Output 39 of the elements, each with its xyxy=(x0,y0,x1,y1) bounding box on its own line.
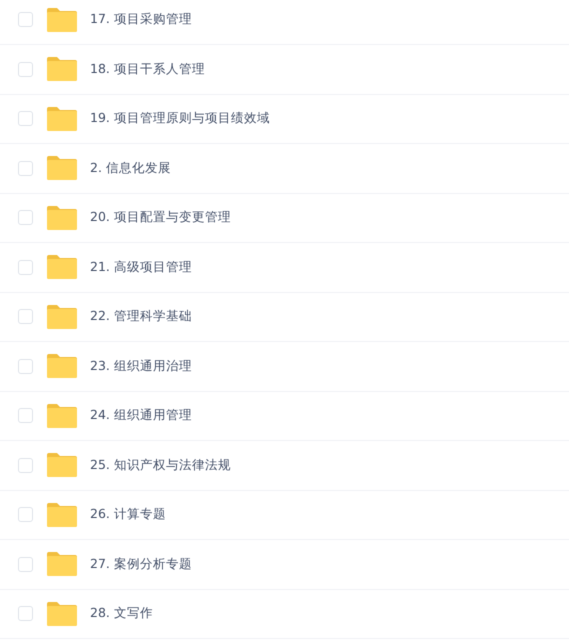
folder-icon xyxy=(47,552,77,576)
folder-icon xyxy=(47,57,77,82)
checkbox[interactable] xyxy=(18,556,33,572)
checkbox[interactable] xyxy=(18,458,33,473)
folder-icon xyxy=(47,206,77,230)
folder-name[interactable]: 24. 组织通用管理 xyxy=(90,407,192,424)
checkbox[interactable] xyxy=(18,408,33,424)
folder-icon xyxy=(47,354,77,378)
checkbox[interactable] xyxy=(18,62,33,77)
folder-name[interactable]: 20. 项目配置与变更管理 xyxy=(90,209,231,226)
folder-name[interactable]: 22. 管理科学基础 xyxy=(90,308,192,326)
checkbox[interactable] xyxy=(18,507,33,522)
checkbox[interactable] xyxy=(18,210,33,226)
folder-name[interactable]: 21. 高级项目管理 xyxy=(90,258,192,276)
checkbox[interactable] xyxy=(18,111,33,126)
checkbox[interactable] xyxy=(18,160,33,176)
checkbox[interactable] xyxy=(18,260,33,275)
folder-name[interactable]: 2. 信息化发展 xyxy=(90,160,171,177)
folder-name[interactable]: 25. 知识产权与法律法规 xyxy=(90,456,231,474)
folder-icon xyxy=(47,602,77,626)
folder-icon xyxy=(47,502,77,527)
folder-icon xyxy=(47,404,77,428)
folder-name[interactable]: 26. 计算专题 xyxy=(90,506,166,524)
checkbox[interactable] xyxy=(18,12,33,28)
folder-name[interactable]: 18. 项目干系人管理 xyxy=(90,60,205,78)
folder-icon xyxy=(47,304,77,329)
folder-name[interactable]: 27. 案例分析专题 xyxy=(90,556,192,573)
folder-icon xyxy=(47,106,77,131)
checkbox[interactable] xyxy=(18,309,33,324)
folder-icon xyxy=(47,8,77,32)
folder-name[interactable]: 28. 文写作 xyxy=(90,605,153,622)
folder-name[interactable]: 23. 组织通用治理 xyxy=(90,358,192,375)
folder-name[interactable]: 19. 项目管理原则与项目绩效域 xyxy=(90,110,270,128)
folder-name[interactable]: 17. 项目采购管理 xyxy=(90,11,192,28)
checkbox[interactable] xyxy=(18,606,33,622)
folder-icon xyxy=(47,453,77,478)
checkbox[interactable] xyxy=(18,358,33,374)
folder-icon xyxy=(47,156,77,180)
folder-icon xyxy=(47,255,77,280)
